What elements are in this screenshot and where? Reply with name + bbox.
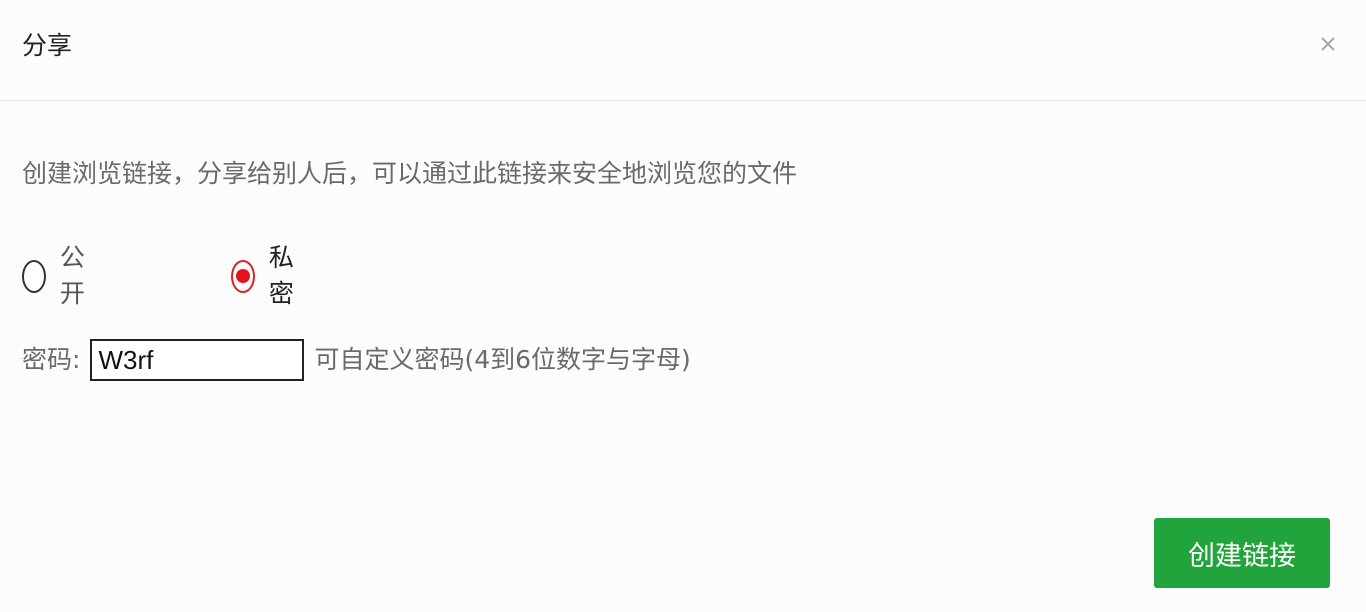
radio-public[interactable]: 公开 [22,243,94,308]
password-input[interactable] [90,339,305,381]
radio-public-label: 公开 [59,243,85,308]
password-hint: 可自定义密码(4到6位数字与字母) [314,345,691,374]
close-button[interactable] [1316,32,1340,56]
password-label: 密码: [22,345,81,374]
close-icon [1321,37,1335,51]
radio-public-indicator[interactable] [22,259,46,293]
dialog-header: 分享 [0,0,1366,101]
radio-private[interactable]: 私密 [231,243,303,308]
radio-private-indicator[interactable] [231,259,255,293]
dialog-title: 分享 [22,31,73,60]
radio-private-label: 私密 [268,243,294,308]
password-row: 密码: 可自定义密码(4到6位数字与字母) [22,339,691,381]
share-description: 创建浏览链接，分享给别人后，可以通过此链接来安全地浏览您的文件 [22,159,798,188]
share-dialog: 分享 创建浏览链接，分享给别人后，可以通过此链接来安全地浏览您的文件 公开 私密… [0,0,1366,612]
create-link-button[interactable]: 创建链接 [1154,518,1330,588]
